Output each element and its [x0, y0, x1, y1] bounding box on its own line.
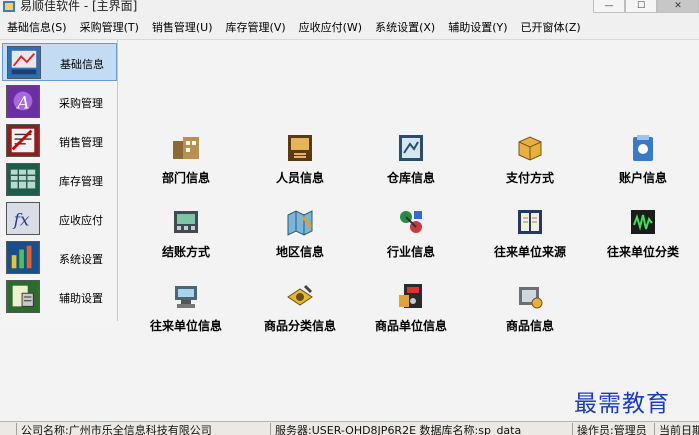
module-region-info[interactable]: 地区信息	[245, 207, 355, 267]
sidebar-item-basic-info[interactable]: 基础信息	[2, 43, 117, 81]
module-label: 部门信息	[161, 171, 210, 185]
menu-open-windows[interactable]: 已开窗体(Z)	[514, 19, 587, 35]
module-product-category[interactable]: 商品分类信息	[245, 281, 355, 341]
sidebar-item-receivable-payable[interactable]: fx 应收应付	[2, 200, 117, 238]
product-category-icon	[287, 284, 313, 306]
personnel-icon	[288, 135, 312, 161]
svg-text:fx: fx	[12, 210, 30, 230]
status-server: 服务器:USER-OHD8JP6R2E 数据库名称:sp_data	[270, 423, 540, 435]
partner-source-icon	[518, 210, 542, 234]
sidebar-item-aux-settings[interactable]: 辅助设置	[2, 278, 117, 316]
module-account-info[interactable]: 账户信息	[588, 133, 698, 193]
sidebar: 基础信息 A 采购管理 销售管理 库存管理 fx 应收应付 系统设置 辅助设置	[1, 40, 118, 321]
watermark-text: 最需教育	[574, 391, 670, 417]
module-partner-info[interactable]: 往来单位信息	[131, 281, 241, 341]
module-partner-category[interactable]: 往来单位分类	[588, 207, 698, 267]
sidebar-item-label: 库存管理	[59, 175, 103, 188]
menu-purchase[interactable]: 采购管理(T)	[73, 19, 145, 35]
svg-text:A: A	[15, 93, 29, 113]
sales-icon	[6, 124, 40, 157]
system-settings-icon	[6, 241, 40, 274]
sidebar-item-label: 销售管理	[59, 136, 103, 149]
status-company: 公司名称:广州市乐全信息科技有限公司	[16, 423, 234, 435]
module-label: 商品信息	[505, 319, 554, 333]
window-title: 易顺佳软件 - [主界面]	[20, 0, 138, 13]
partner-info-icon	[175, 286, 197, 308]
module-label: 支付方式	[505, 171, 554, 185]
module-industry-info[interactable]: 行业信息	[356, 207, 466, 267]
sidebar-item-system-settings[interactable]: 系统设置	[2, 239, 117, 277]
status-bar: 公司名称:广州市乐全信息科技有限公司 服务器:USER-OHD8JP6R2E 数…	[0, 421, 699, 435]
module-label: 商品分类信息	[263, 319, 336, 333]
maximize-button[interactable]: ☐	[625, 0, 657, 13]
department-icon	[173, 137, 199, 159]
module-settlement-method[interactable]: 结账方式	[131, 207, 241, 267]
module-product-unit[interactable]: 商品单位信息	[356, 281, 466, 341]
sidebar-item-label: 辅助设置	[59, 292, 103, 305]
status-date: 当前日期	[654, 423, 699, 435]
module-label: 往来单位分类	[606, 245, 679, 259]
module-warehouse-info[interactable]: 仓库信息	[356, 133, 466, 193]
module-personnel-info[interactable]: 人员信息	[245, 133, 355, 193]
module-department-info[interactable]: 部门信息	[131, 133, 241, 193]
module-partner-source[interactable]: 往来单位来源	[475, 207, 585, 267]
status-operator: 操作员:管理员	[572, 423, 652, 435]
purchase-icon: A	[6, 85, 40, 118]
sidebar-item-label: 应收应付	[59, 214, 103, 227]
partner-category-icon	[631, 210, 655, 234]
module-label: 账户信息	[618, 171, 667, 185]
module-label: 地区信息	[275, 245, 324, 259]
close-button[interactable]: ✕	[657, 0, 699, 13]
sidebar-item-sales[interactable]: 销售管理	[2, 122, 117, 160]
region-icon	[287, 210, 313, 236]
menu-receivable-payable[interactable]: 应收应付(W)	[292, 19, 368, 35]
warehouse-icon	[399, 135, 423, 161]
menu-inventory[interactable]: 库存管理(V)	[219, 19, 292, 35]
title-bar: 易顺佳软件 - [主界面] — ☐ ✕	[0, 0, 699, 15]
module-label: 往来单位来源	[493, 245, 566, 259]
aux-settings-icon	[6, 280, 40, 313]
module-label: 行业信息	[386, 245, 435, 259]
menu-basic-info[interactable]: 基础信息(S)	[0, 19, 73, 35]
sidebar-item-inventory[interactable]: 库存管理	[2, 161, 117, 199]
inventory-icon	[6, 163, 40, 196]
account-icon	[633, 135, 653, 161]
product-unit-icon	[399, 284, 422, 308]
product-info-icon	[519, 287, 543, 309]
payment-method-icon	[518, 136, 542, 161]
module-label: 人员信息	[275, 171, 324, 185]
menu-system-settings[interactable]: 系统设置(X)	[368, 19, 441, 35]
menu-sales[interactable]: 销售管理(U)	[145, 19, 219, 35]
minimize-button[interactable]: —	[593, 0, 625, 13]
receivable-payable-icon: fx	[6, 202, 40, 235]
app-icon	[3, 1, 15, 12]
sidebar-item-label: 系统设置	[59, 253, 103, 266]
sidebar-item-label: 基础信息	[60, 58, 104, 71]
module-payment-method[interactable]: 支付方式	[475, 133, 585, 193]
settlement-icon	[174, 211, 198, 233]
module-label: 结账方式	[161, 245, 210, 259]
basic-info-icon	[7, 46, 41, 79]
module-label: 商品单位信息	[374, 319, 447, 333]
industry-icon	[400, 211, 422, 233]
menu-bar: 基础信息(S) 采购管理(T) 销售管理(U) 库存管理(V) 应收应付(W) …	[0, 15, 699, 40]
module-product-info[interactable]: 商品信息	[475, 281, 585, 341]
sidebar-item-label: 采购管理	[59, 97, 103, 110]
module-label: 往来单位信息	[149, 319, 222, 333]
module-label: 仓库信息	[386, 171, 435, 185]
menu-aux-settings[interactable]: 辅助设置(Y)	[441, 19, 513, 35]
sidebar-item-purchase[interactable]: A 采购管理	[2, 83, 117, 121]
